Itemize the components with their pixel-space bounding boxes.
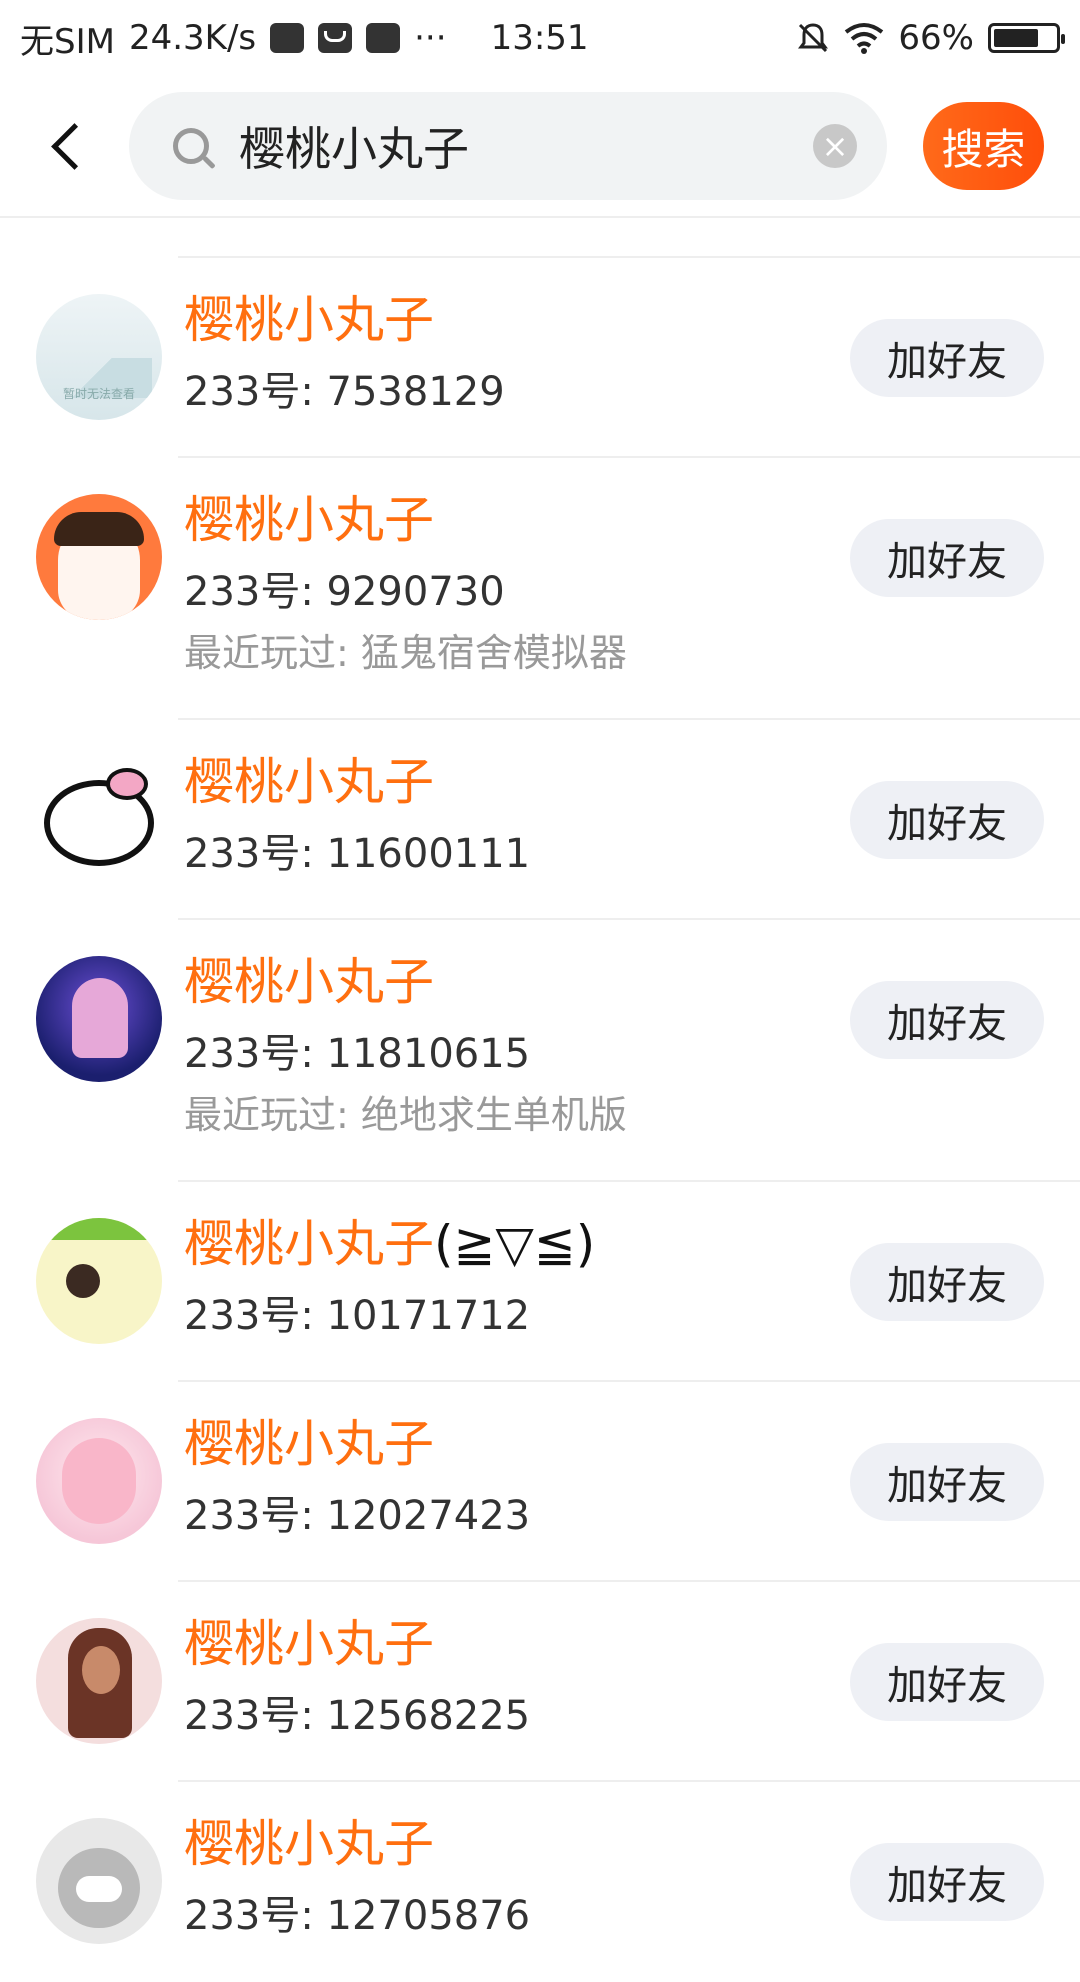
- back-button[interactable]: [40, 116, 89, 176]
- add-friend-button[interactable]: 加好友: [850, 781, 1044, 859]
- avatar[interactable]: [36, 1418, 162, 1544]
- recently-played: 最近玩过: 猛鬼宿舍模拟器: [184, 631, 627, 675]
- add-friend-button[interactable]: 加好友: [850, 519, 1044, 597]
- avatar[interactable]: [36, 1818, 162, 1944]
- clear-icon[interactable]: ×: [813, 124, 858, 168]
- search-header: × 搜索: [0, 76, 1080, 218]
- search-results-list: 暂时无法查看 樱桃小丸子 233号: 7538129 加好友 樱桃小丸子 233…: [0, 218, 1080, 1982]
- partial-list-item: [178, 218, 1080, 258]
- status-right: 66%: [796, 18, 1065, 58]
- avatar[interactable]: [36, 756, 162, 882]
- wifi-icon: [845, 23, 884, 54]
- battery-percent: 66%: [898, 18, 974, 58]
- user-result-item[interactable]: 樱桃小丸子 233号: 12568225 加好友: [0, 1582, 1080, 1782]
- more-notifications-icon: ···: [414, 18, 447, 58]
- battery-icon: [988, 23, 1065, 53]
- status-bar: 无SIM 24.3K/s ··· 13:51 66%: [0, 0, 1080, 76]
- search-icon: [173, 128, 210, 164]
- search-input[interactable]: [237, 91, 814, 201]
- carrier-label: 无SIM: [20, 21, 115, 62]
- add-friend-button[interactable]: 加好友: [850, 1843, 1044, 1921]
- add-friend-button[interactable]: 加好友: [850, 319, 1044, 397]
- user-result-item[interactable]: 樱桃小丸子 233号: 9290730 最近玩过: 猛鬼宿舍模拟器 加好友: [0, 458, 1080, 720]
- add-friend-button[interactable]: 加好友: [850, 981, 1044, 1059]
- user-result-item[interactable]: 樱桃小丸子 233号: 11600111 加好友: [0, 720, 1080, 920]
- avatar[interactable]: [36, 494, 162, 620]
- avatar[interactable]: [36, 1218, 162, 1344]
- user-result-item[interactable]: 樱桃小丸子 233号: 12705876 加好友: [0, 1782, 1080, 1982]
- clock: 13:51: [490, 18, 589, 58]
- add-friend-button[interactable]: 加好友: [850, 1243, 1044, 1321]
- net-speed: 24.3K/s: [128, 18, 257, 58]
- search-button[interactable]: 搜索: [923, 102, 1044, 190]
- user-result-item[interactable]: 樱桃小丸子 233号: 11810615 最近玩过: 绝地求生单机版 加好友: [0, 920, 1080, 1182]
- avatar[interactable]: 暂时无法查看: [36, 294, 162, 420]
- app-notification-icon: [270, 23, 305, 53]
- add-friend-button[interactable]: 加好友: [850, 1643, 1044, 1721]
- add-friend-button[interactable]: 加好友: [850, 1443, 1044, 1521]
- recently-played: 最近玩过: 绝地求生单机版: [184, 1093, 627, 1137]
- user-result-item[interactable]: 樱桃小丸子 233号: 12027423 加好友: [0, 1382, 1080, 1582]
- avatar[interactable]: [36, 1618, 162, 1744]
- user-name-suffix: (≧▽≦): [434, 1215, 596, 1273]
- mute-bell-icon: [798, 23, 829, 53]
- user-result-item[interactable]: 暂时无法查看 樱桃小丸子 233号: 7538129 加好友: [0, 258, 1080, 458]
- avatar-placeholder-text: 暂时无法查看: [62, 387, 135, 401]
- user-result-item[interactable]: 樱桃小丸子(≧▽≦) 233号: 10171712 加好友: [0, 1182, 1080, 1382]
- status-left: 无SIM 24.3K/s ··· 13:51: [20, 14, 589, 63]
- mail-notification-icon: [318, 23, 353, 53]
- storage-notification-icon: [366, 23, 401, 53]
- search-box[interactable]: ×: [129, 91, 888, 201]
- avatar[interactable]: [36, 956, 162, 1082]
